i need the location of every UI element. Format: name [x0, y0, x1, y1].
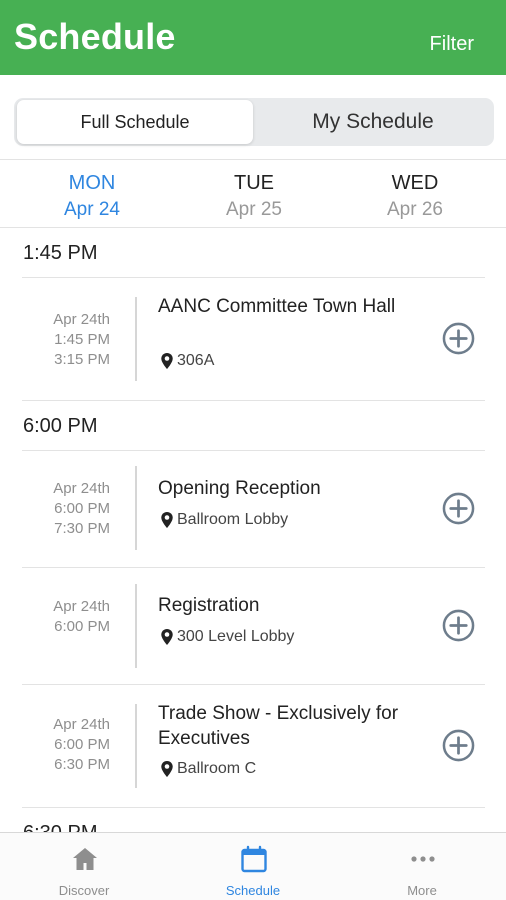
add-to-schedule-icon[interactable]	[442, 492, 475, 525]
session-title: Trade Show - Exclusively for Executives	[158, 703, 399, 749]
session-start: 6:00 PM	[54, 500, 110, 517]
session-row[interactable]: Apr 24th 6:00 PM 7:30 PM Opening Recepti…	[0, 451, 506, 568]
session-date: Apr 24th	[53, 480, 110, 497]
session-divider	[135, 704, 137, 788]
location-pin-icon	[161, 629, 173, 645]
tab-more[interactable]: More	[362, 833, 482, 900]
time-group-label: 6:00 PM	[23, 415, 98, 437]
my-schedule-tab[interactable]: My Schedule	[254, 100, 492, 144]
tab-label: More	[407, 883, 437, 898]
session-title: Registration	[158, 595, 260, 616]
day-name: TUE	[234, 172, 274, 194]
session-times: Apr 24th 6:00 PM 6:30 PM	[0, 715, 110, 775]
session-location-label: 306A	[177, 352, 215, 369]
session-start: 6:00 PM	[54, 618, 110, 635]
session-location: Ballroom C	[160, 760, 256, 778]
more-dots-icon	[411, 856, 435, 862]
session-location-label: Ballroom C	[177, 760, 257, 777]
session-divider	[135, 297, 137, 381]
tab-label: Discover	[58, 883, 110, 898]
session-location: 300 Level Lobby	[160, 628, 294, 646]
calendar-icon	[241, 845, 267, 873]
full-schedule-tab[interactable]: Full Schedule	[17, 100, 253, 144]
session-date: Apr 24th	[53, 311, 110, 328]
location-pin-icon	[161, 353, 173, 369]
schedule-toggle-bar: Full Schedule My Schedule	[0, 75, 506, 160]
session-title: AANC Committee Town Hall	[158, 296, 396, 317]
day-selector: MON Apr 24 TUE Apr 25 WED Apr 26	[0, 160, 506, 228]
session-times: Apr 24th 6:00 PM	[0, 597, 110, 637]
session-date: Apr 24th	[53, 716, 110, 733]
day-tab-wed[interactable]: WED Apr 26	[350, 172, 480, 221]
session-location: Ballroom Lobby	[160, 511, 288, 529]
day-name: MON	[68, 172, 116, 194]
session-end: 3:15 PM	[54, 351, 110, 368]
add-to-schedule-icon[interactable]	[442, 322, 475, 355]
page-title: Schedule	[14, 16, 176, 57]
session-end: 7:30 PM	[54, 520, 110, 537]
day-date: Apr 25	[226, 199, 282, 220]
tab-discover[interactable]: Discover	[24, 833, 144, 900]
app-header: Schedule Filter	[0, 0, 506, 75]
time-group-label: 1:45 PM	[23, 242, 98, 264]
session-start: 1:45 PM	[54, 331, 110, 348]
time-group-header: 6:00 PM	[0, 401, 506, 451]
session-times: Apr 24th 1:45 PM 3:15 PM	[0, 310, 110, 370]
day-name: WED	[391, 172, 439, 194]
home-icon	[73, 848, 97, 870]
add-to-schedule-icon[interactable]	[442, 609, 475, 642]
session-title: Opening Reception	[158, 478, 321, 499]
session-row[interactable]: Apr 24th 6:00 PM Registration 300 Level …	[0, 568, 506, 685]
time-group-header: 1:45 PM	[0, 228, 506, 278]
day-tab-tue[interactable]: TUE Apr 25	[189, 172, 319, 221]
filter-button[interactable]: Filter	[430, 33, 474, 56]
session-end: 6:30 PM	[54, 756, 110, 773]
session-location-label: 300 Level Lobby	[177, 628, 295, 645]
session-row[interactable]: Apr 24th 1:45 PM 3:15 PM AANC Committee …	[0, 278, 506, 401]
location-pin-icon	[161, 512, 173, 528]
session-divider	[135, 584, 137, 668]
session-divider	[135, 466, 137, 550]
session-location: 306A	[160, 352, 214, 370]
bottom-tab-bar: Discover Schedule More	[0, 832, 506, 900]
tab-schedule[interactable]: Schedule	[193, 833, 313, 900]
session-times: Apr 24th 6:00 PM 7:30 PM	[0, 479, 110, 539]
session-row[interactable]: Apr 24th 6:00 PM 6:30 PM Trade Show - Ex…	[0, 685, 506, 808]
session-start: 6:00 PM	[54, 736, 110, 753]
tab-label: Schedule	[225, 883, 281, 898]
location-pin-icon	[161, 761, 173, 777]
day-date: Apr 24	[64, 199, 120, 220]
add-to-schedule-icon[interactable]	[442, 729, 475, 762]
day-tab-mon[interactable]: MON Apr 24	[27, 172, 157, 221]
day-date: Apr 26	[387, 199, 443, 220]
session-date: Apr 24th	[53, 598, 110, 615]
segmented-control: Full Schedule My Schedule	[14, 98, 494, 146]
session-location-label: Ballroom Lobby	[177, 511, 289, 528]
